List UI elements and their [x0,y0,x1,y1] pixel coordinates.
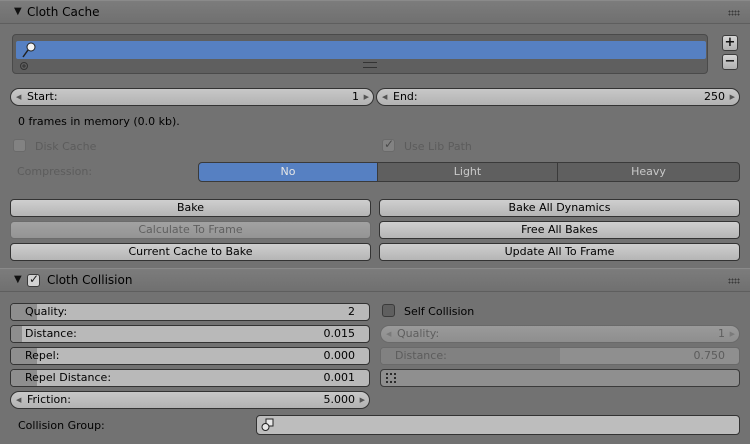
current-cache-to-bake-button[interactable]: Current Cache to Bake [10,243,371,261]
use-lib-path-label: Use Lib Path [404,140,472,153]
compression-option-light[interactable]: Light [377,162,558,182]
free-all-bakes-button[interactable]: Free All Bakes [379,221,740,239]
repel-distance-slider[interactable]: Repel Distance: 0.001 [10,369,370,387]
panel-title: Cloth Collision [47,273,133,287]
collapse-triangle-icon[interactable]: ▼ [14,274,22,285]
increment-arrow-icon[interactable]: ▶ [730,326,735,342]
drag-grip-icon[interactable] [728,278,740,284]
group-objects-icon [261,418,274,431]
decrement-arrow-icon[interactable]: ◀ [16,392,21,408]
collapse-triangle-icon[interactable]: ▼ [14,6,22,17]
memory-info: 0 frames in memory (0.0 kb). [18,115,180,128]
decrement-arrow-icon[interactable]: ◀ [386,326,391,342]
end-frame-field[interactable]: ◀ End: 250 ▶ [376,88,740,106]
cache-list-item[interactable] [16,41,706,59]
bake-button[interactable]: Bake [10,199,371,217]
collision-enable-checkbox[interactable]: ✓ [27,272,40,287]
increment-arrow-icon[interactable]: ▶ [364,89,369,105]
collision-group-label: Collision Group: [18,419,105,432]
collision-group-field[interactable] [256,415,740,435]
use-lib-path-checkbox[interactable]: ✓ [382,137,395,152]
collision-distance-slider[interactable]: Distance: 0.015 [10,325,370,343]
repel-slider[interactable]: Repel: 0.000 [10,347,370,365]
vertex-group-icon [386,373,396,383]
list-filter-icon[interactable] [19,61,29,71]
increment-arrow-icon[interactable]: ▶ [360,392,365,408]
bake-all-dynamics-button[interactable]: Bake All Dynamics [379,199,740,217]
checkmark-icon: ✓ [384,137,395,151]
drag-grip-icon[interactable] [728,10,740,16]
disk-cache-checkbox[interactable] [13,139,26,152]
disk-cache-label: Disk Cache [35,140,97,153]
list-resize-handle[interactable] [363,62,377,68]
cloth-cache-header[interactable]: ▼ Cloth Cache [0,0,750,24]
self-distance-slider[interactable]: Distance: 0.750 [380,347,740,365]
self-quality-field[interactable]: ◀ Quality: 1 ▶ [380,325,740,343]
collision-quality-field[interactable]: Quality: 2 [10,303,370,321]
calculate-to-frame-button[interactable]: Calculate To Frame [10,221,371,239]
decrement-arrow-icon[interactable]: ◀ [16,89,21,105]
friction-field[interactable]: ◀ Friction: 5.000 ▶ [10,391,370,409]
remove-cache-button[interactable]: − [722,54,738,70]
decrement-arrow-icon[interactable]: ◀ [382,89,387,105]
add-cache-button[interactable]: + [722,35,738,51]
update-all-to-frame-button[interactable]: Update All To Frame [379,243,740,261]
start-frame-field[interactable]: ◀ Start: 1 ▶ [10,88,374,106]
checkmark-icon: ✓ [29,272,40,286]
increment-arrow-icon[interactable]: ▶ [730,89,735,105]
panel-title: Cloth Cache [27,5,100,19]
self-collision-label: Self Collision [404,305,475,318]
pin-icon [22,42,36,58]
compression-option-heavy[interactable]: Heavy [557,162,740,182]
self-collision-checkbox[interactable] [382,304,395,317]
compression-option-no[interactable]: No [198,162,378,182]
compression-label: Compression: [17,165,93,178]
vertex-group-field[interactable] [380,369,740,387]
cloth-collision-header[interactable]: ▼ ✓ Cloth Collision [0,268,750,292]
